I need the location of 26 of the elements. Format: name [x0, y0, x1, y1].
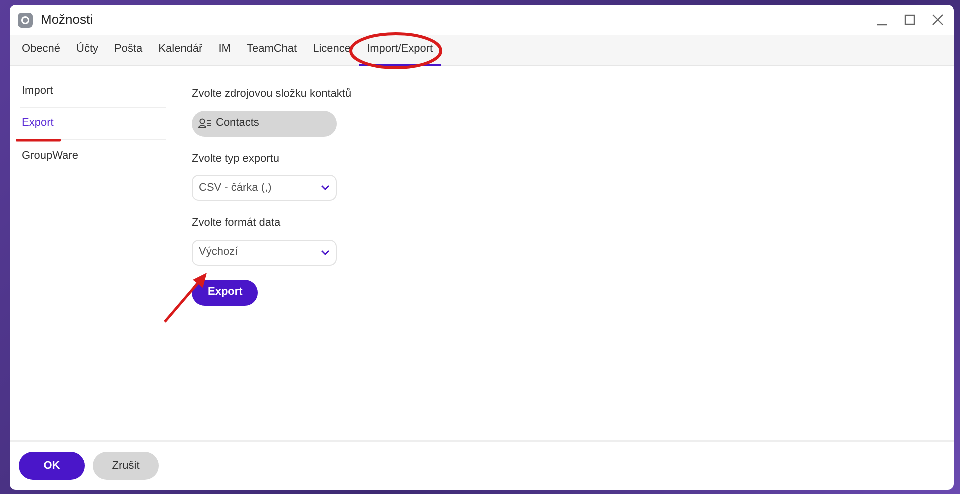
dropdown[interactable]: CSV - čárka (,) — [192, 175, 337, 201]
tab[interactable]: IM — [210, 35, 239, 66]
sidebar-item[interactable]: Import — [20, 76, 166, 108]
cancel-button[interactable]: Zrušit — [93, 452, 159, 480]
export-button[interactable]: Export — [192, 280, 258, 306]
window-title: Možnosti — [41, 11, 94, 30]
close-icon[interactable] — [932, 14, 944, 26]
tab[interactable]: Účty — [68, 35, 107, 66]
dropdown[interactable]: Výchozí — [192, 240, 337, 266]
chevron-down-icon — [321, 250, 330, 256]
sidebar-item[interactable]: Export — [20, 108, 166, 140]
field-label: Zvolte typ exportu — [192, 152, 280, 166]
field-label: Zvolte zdrojovou složku kontaktů — [192, 87, 353, 102]
annotation-underline — [16, 138, 61, 143]
tab[interactable]: TeamChat — [238, 35, 306, 66]
tab[interactable]: Kalendář — [150, 35, 211, 66]
ok-button[interactable]: OK — [19, 452, 85, 480]
sidebar-item[interactable]: GroupWare — [20, 140, 166, 172]
folder-picker[interactable]: Contacts — [192, 110, 337, 136]
chevron-down-icon — [321, 185, 330, 191]
contact-list-icon — [198, 118, 212, 129]
tab[interactable]: Obecné — [14, 35, 69, 66]
maximize-icon[interactable] — [904, 14, 916, 26]
tab[interactable]: Pošta — [106, 35, 151, 66]
field-label: Zvolte formát data — [192, 216, 282, 231]
annotation-arrow — [163, 272, 209, 324]
